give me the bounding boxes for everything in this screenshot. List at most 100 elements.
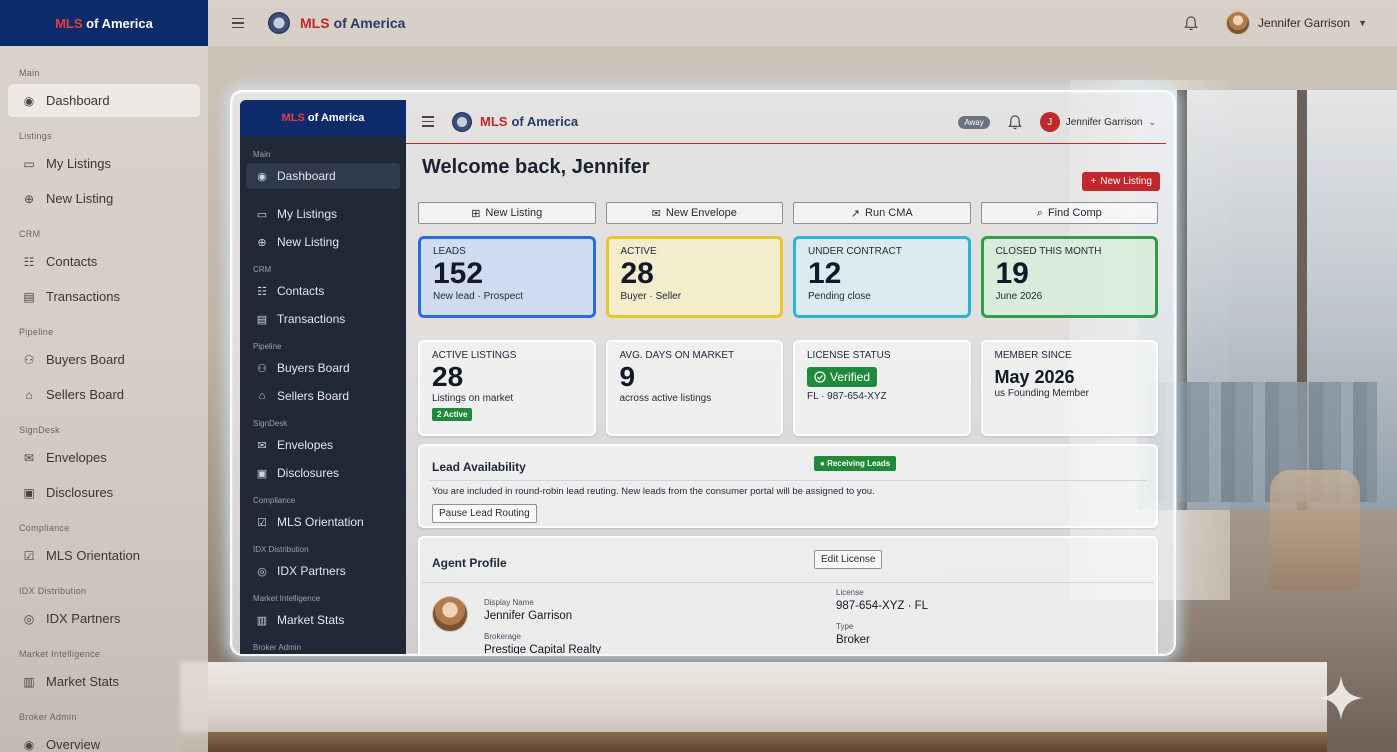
dashboard-icon: ◉ (23, 737, 35, 752)
sidebar-item-label: Overview (46, 737, 101, 752)
sidebar-item-mls-orientation[interactable]: ☑ MLS Orientation (8, 539, 200, 572)
edit-license-button[interactable]: Edit License (814, 550, 883, 569)
nav-section-label: SignDesk (19, 425, 60, 435)
plus-square-icon: ⊞ (471, 207, 481, 220)
sidebar-item-contacts[interactable]: ☷ Contacts (8, 245, 200, 278)
sidebar-item-my-listings[interactable]: ▭ My Listings (8, 147, 200, 180)
nav-section-label: Pipeline (19, 327, 54, 337)
agent-profile-title: Agent Profile (432, 556, 507, 570)
sidebar-item-label: Disclosures (277, 466, 340, 480)
member-since-card[interactable]: MEMBER SINCE May 2026 us Founding Member (980, 340, 1158, 436)
sidebar-item-idx-partners[interactable]: ◎ IDX Partners (8, 602, 200, 635)
user-initial-avatar: J (1039, 112, 1060, 132)
sidebar-item-envelopes[interactable]: ✉ Envelopes (8, 441, 200, 474)
inner-logo[interactable]: MLS of America (240, 100, 406, 136)
license-status-card[interactable]: LICENSE STATUS Verified FL · 987-654-XYZ (793, 340, 971, 436)
menu-icon[interactable] (232, 17, 244, 29)
find-comp-button[interactable]: ⌕ Find Comp (980, 202, 1158, 224)
closed-this-month-stat-card[interactable]: CLOSED THIS MONTH 19 June 2026 (980, 236, 1158, 318)
inner-user-menu[interactable]: J Jennifer Garrison ⌄ (1039, 112, 1156, 132)
sidebar-item-contacts[interactable]: ☷ Contacts (246, 278, 400, 304)
pipeline-stats: LEADS 152 New lead · Prospect ACTIVE 28 Buyer… (418, 236, 1158, 318)
outer-logo[interactable]: MLS of America (0, 0, 208, 46)
envelope-icon: ✉ (651, 207, 661, 220)
sidebar-item-market-stats[interactable]: ▥ Market Stats (8, 665, 200, 698)
glass-dashboard-panel: MLS of America Main ◉ Dashboard ▭ My Listing… (230, 90, 1176, 656)
sidebar-item-disclosures[interactable]: ▣ Disclosures (246, 460, 400, 486)
stat-value: 152 (433, 257, 484, 290)
stat-label: UNDER CONTRACT (808, 246, 902, 257)
sidebar-item-label: MLS Orientation (46, 548, 140, 563)
sidebar-item-label: Transactions (46, 289, 120, 304)
sidebar-item-label: Contacts (46, 254, 98, 269)
seal-logo-icon (268, 12, 290, 34)
sidebar-item-mls-orientation[interactable]: ☑ MLS Orientation (246, 509, 400, 535)
inner-topbar: MLS of America Away J Jennifer Garrison … (406, 100, 1166, 144)
avg-days-card[interactable]: AVG. DAYS ON MARKET 9 across active list… (605, 340, 783, 436)
sidebar-item-market-stats[interactable]: ▥ Market Stats (246, 607, 400, 633)
stat-sub: New lead · Prospect (433, 291, 524, 302)
quick-actions: ⊞ New Listing ✉ New Envelope ↗ Run CMA ⌕ Find C… (418, 202, 1158, 224)
sidebar-item-transactions[interactable]: ▤ Transactions (246, 306, 400, 332)
logo-mls-text: MLS (55, 15, 83, 31)
sidebar-item-dashboard[interactable]: ◉ Dashboard (8, 84, 200, 117)
sidebar-item-label: IDX Partners (277, 564, 346, 578)
card-sub: across active listings (619, 393, 712, 404)
run-cma-button[interactable]: ↗ Run CMA (793, 202, 971, 224)
active-listings-card[interactable]: ACTIVE LISTINGS 28 Listings on market 2 … (418, 340, 596, 436)
under-contract-stat-card[interactable]: UNDER CONTRACT 12 Pending close (793, 236, 971, 318)
new-listing-cta-button[interactable]: + New Listing (1082, 172, 1160, 191)
active-stat-card[interactable]: ACTIVE 28 Buyer · Seller (605, 236, 783, 318)
sidebar-item-sellers-board[interactable]: ⌂ Sellers Board (8, 378, 200, 411)
lead-availability-title: Lead Availability (432, 460, 526, 474)
leads-stat-card[interactable]: LEADS 152 New lead · Prospect (418, 236, 596, 318)
new-envelope-button[interactable]: ✉ New Envelope (605, 202, 783, 224)
card-value: May 2026 (994, 367, 1075, 387)
away-status-badge[interactable]: Away (958, 115, 990, 129)
sidebar-item-buyers-board[interactable]: ⚇ Buyers Board (8, 343, 200, 376)
plus-circle-icon: ⊕ (23, 191, 35, 206)
sidebar-item-new-listing[interactable]: ⊕ New Listing (246, 229, 400, 255)
inner-menu-icon[interactable] (422, 116, 434, 127)
inner-brand-mls: MLS (480, 114, 508, 129)
new-listing-button[interactable]: ⊞ New Listing (418, 202, 596, 224)
receiving-leads-badge: ● Receiving Leads (814, 456, 897, 471)
nav-section-label: Market Intelligence (19, 649, 101, 659)
sidebar-item-transactions[interactable]: ▤ Transactions (8, 280, 200, 313)
sidebar-item-label: Sellers Board (277, 389, 350, 403)
outer-user-menu[interactable]: Jennifer Garrison ▼ (1226, 11, 1367, 35)
nav-section-label: CRM (253, 265, 272, 274)
sidebar-item-dashboard[interactable]: ◉ Dashboard (246, 163, 400, 189)
sidebar-item-disclosures[interactable]: ▣ Disclosures (8, 476, 200, 509)
sidebar-item-label: Dashboard (277, 169, 336, 183)
checkbox-icon: ☑ (257, 516, 267, 529)
bell-icon[interactable] (1184, 15, 1198, 31)
sidebar-item-overview[interactable]: ◉ Overview (8, 728, 200, 752)
envelope-icon: ✉ (257, 439, 267, 452)
nav-section-label: IDX Distribution (253, 545, 309, 554)
sidebar-item-idx-partners[interactable]: ◎ IDX Partners (246, 558, 400, 584)
transactions-icon: ▤ (256, 313, 268, 326)
outer-topbar-right: Jennifer Garrison ▼ (1184, 0, 1367, 46)
sidebar-item-label: Transactions (277, 312, 346, 326)
listings-icon: ▭ (256, 208, 268, 221)
inner-bell-icon[interactable] (1008, 114, 1022, 130)
sidebar-item-label: My Listings (277, 207, 338, 221)
nav-section-label: CRM (19, 229, 41, 239)
sidebar-item-label: IDX Partners (46, 611, 121, 626)
inner-brand-rest: of America (511, 114, 579, 129)
outer-brand[interactable]: MLS of America (268, 12, 405, 34)
inner-nav: Main ◉ Dashboard ▭ My Listings ⊕ New Listing CR… (240, 136, 406, 654)
sidebar-item-label: Dashboard (46, 93, 110, 108)
home-icon: ⌂ (25, 387, 33, 402)
sidebar-item-label: My Listings (46, 156, 112, 171)
nav-section-label: Main (19, 68, 40, 78)
sidebar-item-label: New Listing (46, 191, 114, 206)
sidebar-item-sellers-board[interactable]: ⌂ Sellers Board (246, 383, 400, 409)
sidebar-item-my-listings[interactable]: ▭ My Listings (246, 201, 400, 227)
sidebar-item-buyers-board[interactable]: ⚇ Buyers Board (246, 355, 400, 381)
sidebar-item-envelopes[interactable]: ✉ Envelopes (246, 432, 400, 458)
pause-lead-routing-button[interactable]: Pause Lead Routing (432, 504, 537, 523)
sidebar-item-new-listing[interactable]: ⊕ New Listing (8, 182, 200, 215)
inner-brand[interactable]: MLS of America (452, 111, 579, 132)
